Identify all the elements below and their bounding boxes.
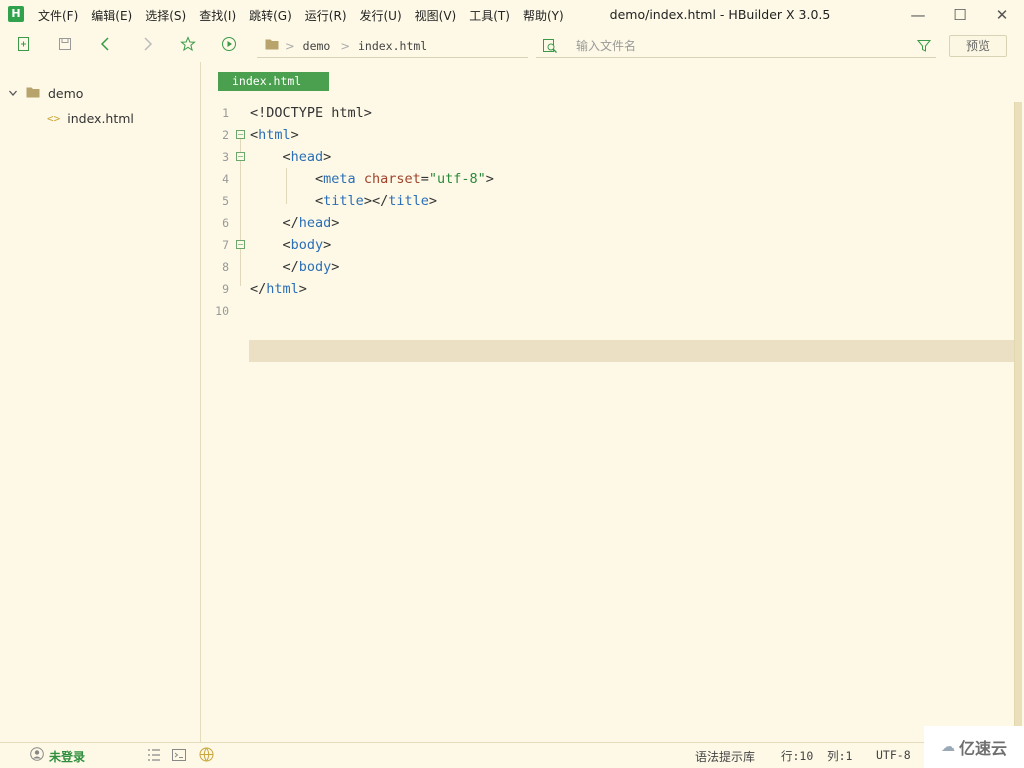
breadcrumb-separator: > [340, 38, 350, 53]
terminal-icon[interactable] [172, 748, 187, 765]
menu-run[interactable]: 运行(R) [305, 7, 347, 24]
code-line: 2 − <html> [202, 124, 1014, 146]
code-text: <meta charset="utf-8"> [315, 171, 494, 187]
menu-tools[interactable]: 工具(T) [469, 7, 510, 24]
line-number: 6 [222, 216, 229, 230]
file-search-box [536, 34, 936, 58]
breadcrumb-separator: > [285, 38, 295, 53]
code-text: <title></title> [315, 193, 437, 209]
code-line: 8 </body> [202, 256, 1014, 278]
scrollbar-thumb[interactable] [1014, 102, 1022, 742]
code-text: <head> [282, 149, 332, 165]
cloud-icon: ☁ [940, 739, 955, 755]
menu-view[interactable]: 视图(V) [415, 7, 457, 24]
breadcrumb-item-file[interactable]: index.html [358, 39, 427, 53]
code-text: </head> [282, 215, 340, 231]
user-icon[interactable] [30, 747, 44, 764]
tree-item-project[interactable]: demo [8, 82, 83, 104]
title-bar: H 文件(F) 编辑(E) 选择(S) 查找(I) 跳转(G) 运行(R) 发行… [0, 0, 1024, 30]
code-text: <html> [250, 127, 299, 143]
code-line: 7 − <body> [202, 234, 1014, 256]
run-icon[interactable] [219, 36, 239, 56]
code-text: <body> [282, 237, 332, 253]
code-line: 9 </html> [202, 278, 1014, 300]
menu-edit[interactable]: 编辑(E) [91, 7, 132, 24]
save-icon[interactable] [55, 36, 75, 56]
line-number: 9 [222, 282, 229, 296]
current-line-highlight [249, 340, 1014, 362]
tree-item-label: index.html [67, 110, 134, 126]
breadcrumb: > demo > index.html [257, 34, 528, 58]
outline-list-icon[interactable] [147, 748, 161, 765]
maximize-button[interactable]: ☐ [950, 5, 970, 25]
menu-find[interactable]: 查找(I) [199, 7, 236, 24]
code-line: 5 <title></title> [202, 190, 1014, 212]
folder-icon [265, 38, 279, 53]
line-number: 7 [222, 238, 229, 252]
line-number: 8 [222, 260, 229, 274]
code-editor[interactable]: index.html 1 <!DOCTYPE html> 2 − <html> … [202, 62, 1024, 742]
back-icon[interactable] [96, 36, 116, 56]
line-number: 1 [222, 106, 229, 120]
html-file-icon: <> [47, 111, 61, 125]
line-number: 10 [215, 304, 229, 318]
code-line: 1 <!DOCTYPE html> [202, 102, 1014, 124]
line-number: 5 [222, 194, 229, 208]
tab-index-html[interactable]: index.html [218, 72, 329, 91]
filter-icon[interactable] [916, 38, 932, 57]
minimize-button[interactable]: — [908, 5, 928, 25]
chevron-down-icon[interactable] [8, 86, 18, 101]
login-status[interactable]: 未登录 [49, 748, 85, 765]
file-search-input[interactable] [576, 36, 906, 56]
menu-bar: 文件(F) 编辑(E) 选择(S) 查找(I) 跳转(G) 运行(R) 发行(U… [38, 0, 577, 30]
file-encoding[interactable]: UTF-8 [876, 748, 911, 762]
favorite-star-icon[interactable] [178, 36, 198, 56]
code-line: 3 − <head> [202, 146, 1014, 168]
watermark-text: 亿速云 [958, 739, 1007, 758]
cursor-position[interactable]: 行:10 列:1 [781, 748, 852, 764]
code-line-current: 10 [202, 300, 1014, 322]
code-line: 6 </head> [202, 212, 1014, 234]
tree-item-label: demo [48, 85, 84, 101]
line-number: 3 [222, 150, 229, 164]
window-title: demo/index.html - HBuilder X 3.0.5 [609, 7, 831, 22]
code-line: 4 <meta charset="utf-8"> [202, 168, 1014, 190]
menu-goto[interactable]: 跳转(G) [249, 7, 292, 24]
code-text: <!DOCTYPE html> [250, 105, 372, 121]
preview-button[interactable]: 预览 [949, 35, 1007, 57]
project-sidebar: demo <> index.html [0, 62, 201, 742]
syntax-hint-library[interactable]: 语法提示库 [695, 748, 755, 765]
code-text: </html> [250, 281, 307, 297]
forward-icon[interactable] [137, 36, 157, 56]
fold-toggle-icon[interactable]: − [236, 130, 245, 139]
watermark-logo: ☁ 亿速云 [924, 726, 1024, 768]
toolbar: > demo > index.html 预览 [0, 30, 1024, 62]
status-bar: 未登录 语法提示库 行:10 列:1 UTF-8 [0, 742, 1024, 768]
menu-publish[interactable]: 发行(U) [360, 7, 402, 24]
fold-toggle-icon[interactable]: − [236, 152, 245, 161]
fold-toggle-icon[interactable]: − [236, 240, 245, 249]
menu-file[interactable]: 文件(F) [38, 7, 78, 24]
line-number: 2 [222, 128, 229, 142]
folder-icon [26, 86, 40, 101]
tree-item-file[interactable]: <> index.html [47, 107, 134, 129]
close-button[interactable]: ✕ [992, 5, 1012, 25]
vertical-scrollbar[interactable] [1014, 102, 1022, 742]
file-search-icon [542, 38, 558, 58]
menu-help[interactable]: 帮助(Y) [523, 7, 564, 24]
menu-select[interactable]: 选择(S) [145, 7, 186, 24]
hbuilder-logo-icon: H [8, 6, 24, 22]
browser-globe-icon[interactable] [199, 747, 214, 765]
code-text: </body> [282, 259, 340, 275]
line-number: 4 [222, 172, 229, 186]
breadcrumb-item-demo[interactable]: demo [303, 39, 331, 53]
new-file-icon[interactable] [14, 36, 34, 56]
